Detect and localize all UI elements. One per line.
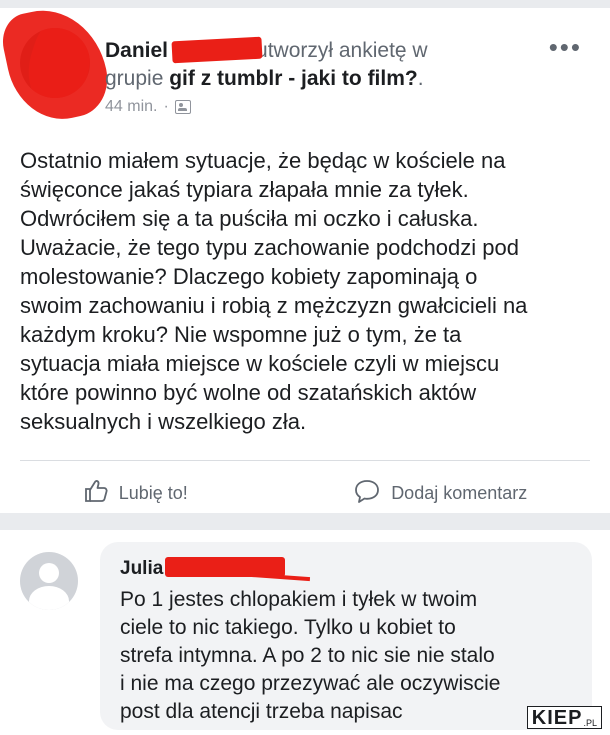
watermark-logo: KIEP .PL	[526, 706, 602, 729]
post-meta: 44 min. ·	[105, 98, 191, 116]
watermark-main: KIEP	[531, 707, 583, 729]
post-text-line: Uważacie, że tego typu zachowanie podcho…	[20, 235, 519, 260]
divider	[20, 460, 590, 461]
comment-text-line: post dla atencji trzeba napisac	[120, 700, 403, 723]
comment-author-name[interactable]: Julia	[120, 558, 163, 579]
speech-bubble-icon	[353, 478, 381, 509]
author-name[interactable]: Daniel	[105, 39, 168, 62]
group-icon	[174, 100, 191, 114]
post-text-line: które powinno być wolne od szatańskich a…	[20, 380, 477, 405]
commenter-avatar[interactable]	[20, 552, 78, 610]
post-text-line: sytuacja miała miejsce w kościele czyli …	[20, 351, 500, 376]
meta-separator: ·	[163, 98, 169, 115]
comment-text-line: ciele to nic takiego. Tylko u kobiet to	[120, 616, 456, 639]
post-header: Daniel utworzył ankietę w	[105, 36, 428, 64]
group-prefix: grupie	[105, 67, 164, 90]
group-suffix: .	[417, 67, 424, 90]
post-text-line: swoim zachowaniu i robią z mężczyzn gwał…	[20, 293, 528, 318]
post-text-line: molestowanie? Dlaczego kobiety zapominaj…	[20, 264, 478, 289]
comment-bubble: Julia Po 1 jestes chlopakiem i tyłek w t…	[100, 542, 592, 730]
like-button[interactable]: Lubię to!	[83, 478, 188, 509]
comment-text-line: strefa intymna. A po 2 to nic sie nie st…	[120, 644, 495, 667]
group-name-link[interactable]: gif z tumblr - jaki to film?	[169, 67, 418, 90]
like-label: Lubię to!	[118, 482, 188, 503]
comment-card: Julia Po 1 jestes chlopakiem i tyłek w t…	[0, 530, 610, 735]
post-card: Daniel utworzył ankietę w grupie gif z tu…	[0, 0, 610, 513]
post-actions-bar: Lubię to! Dodaj komentarz	[0, 478, 610, 508]
post-timestamp[interactable]: 44 min.	[105, 98, 157, 116]
post-text-line: Ostatnio miałem sytuacje, że będąc w koś…	[20, 148, 506, 173]
more-options-icon[interactable]: •••	[549, 34, 582, 60]
redaction-mark	[0, 0, 115, 129]
group-line: grupie gif z tumblr - jaki to film?.	[105, 66, 424, 92]
redaction-mark	[171, 36, 263, 64]
post-text-line: seksualnych i wszelkiego zła.	[20, 409, 307, 434]
watermark-sub: .PL	[583, 718, 597, 728]
post-body: Ostatnio miałem sytuacje, że będąc w koś…	[20, 146, 595, 436]
comment-label: Dodaj komentarz	[391, 482, 528, 503]
post-text-line: święconce jakaś typiara złapała mnie za …	[20, 177, 469, 202]
thumbs-up-icon	[83, 478, 109, 509]
post-text-line: każdym kroku? Nie wspomne już o tym, że …	[20, 322, 462, 347]
comment-text-line: Po 1 jestes chlopakiem i tyłek w twoim	[120, 588, 478, 611]
comment-body: Po 1 jestes chlopakiem i tyłek w twoim c…	[120, 586, 560, 726]
post-action: utworzył ankietę w	[256, 39, 428, 62]
comment-text-line: i nie ma czego przezywać ale oczywiscie	[120, 672, 501, 695]
comment-button[interactable]: Dodaj komentarz	[353, 478, 527, 509]
post-text-line: Odwróciłem się a ta puściła mi oczko i c…	[20, 206, 479, 231]
